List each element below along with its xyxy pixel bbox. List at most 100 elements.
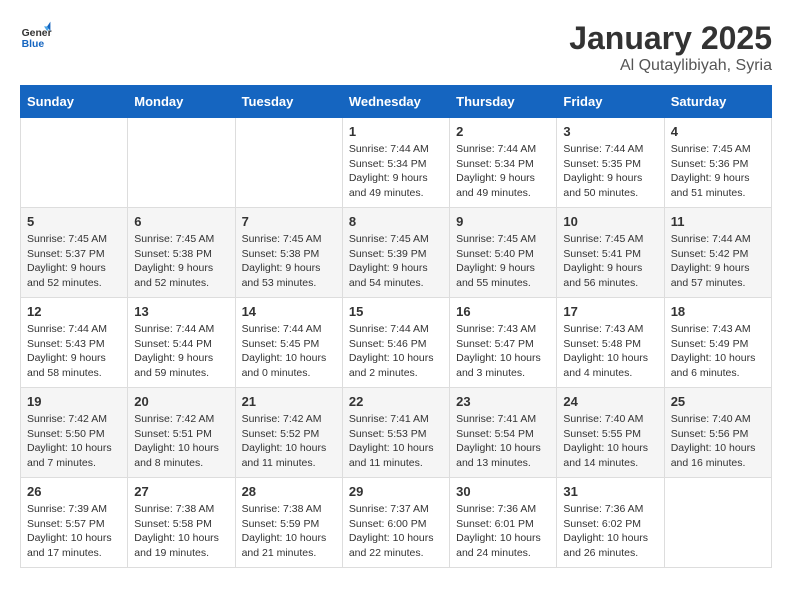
day-number: 11 [671, 214, 765, 229]
calendar-cell: 24 Sunrise: 7:40 AM Sunset: 5:55 PM Dayli… [557, 388, 664, 478]
calendar-cell: 1 Sunrise: 7:44 AM Sunset: 5:34 PM Daylig… [342, 118, 449, 208]
calendar-week-row: 12 Sunrise: 7:44 AM Sunset: 5:43 PM Dayli… [21, 298, 772, 388]
calendar-cell: 3 Sunrise: 7:44 AM Sunset: 5:35 PM Daylig… [557, 118, 664, 208]
day-info: Sunrise: 7:41 AM Sunset: 5:54 PM Dayligh… [456, 412, 550, 471]
calendar-cell: 2Sunrise: 7:44 AM Sunset: 5:34 PM Daylig… [450, 118, 557, 208]
day-info: Sunrise: 7:45 AM Sunset: 5:41 PM Dayligh… [563, 232, 657, 291]
day-info: Sunrise: 7:38 AM Sunset: 5:58 PM Dayligh… [134, 502, 228, 561]
day-info: Sunrise: 7:45 AM Sunset: 5:38 PM Dayligh… [134, 232, 228, 291]
day-number: 10 [563, 214, 657, 229]
calendar-cell: 12 Sunrise: 7:44 AM Sunset: 5:43 PM Dayli… [21, 298, 128, 388]
calendar-week-row: 1 Sunrise: 7:44 AM Sunset: 5:34 PM Daylig… [21, 118, 772, 208]
day-number: 28 [242, 484, 336, 499]
calendar-cell: 14 Sunrise: 7:44 AM Sunset: 5:45 PM Dayli… [235, 298, 342, 388]
day-number: 24 [563, 394, 657, 409]
header-tuesday: Tuesday [235, 86, 342, 118]
header-friday: Friday [557, 86, 664, 118]
day-info: Sunrise: 7:40 AM Sunset: 5:56 PM Dayligh… [671, 412, 765, 471]
day-info: Sunrise: 7:37 AM Sunset: 6:00 PM Dayligh… [349, 502, 443, 561]
title-block: January 2025 Al Qutaylibiyah, Syria [569, 20, 772, 75]
day-number: 27 [134, 484, 228, 499]
day-number: 14 [242, 304, 336, 319]
calendar-cell: 17Sunrise: 7:43 AM Sunset: 5:48 PM Dayli… [557, 298, 664, 388]
calendar-cell: 26 Sunrise: 7:39 AM Sunset: 5:57 PM Dayli… [21, 478, 128, 568]
calendar-header-row: SundayMondayTuesdayWednesdayThursdayFrid… [21, 86, 772, 118]
day-info: Sunrise: 7:43 AM Sunset: 5:49 PM Dayligh… [671, 322, 765, 381]
calendar-cell: 8 Sunrise: 7:45 AM Sunset: 5:39 PM Daylig… [342, 208, 449, 298]
day-info: Sunrise: 7:43 AM Sunset: 5:47 PM Dayligh… [456, 322, 550, 381]
day-number: 12 [27, 304, 121, 319]
day-info: Sunrise: 7:41 AM Sunset: 5:53 PM Dayligh… [349, 412, 443, 471]
day-number: 22 [349, 394, 443, 409]
calendar-cell: 29 Sunrise: 7:37 AM Sunset: 6:00 PM Dayli… [342, 478, 449, 568]
day-info: Sunrise: 7:44 AM Sunset: 5:42 PM Dayligh… [671, 232, 765, 291]
calendar-cell [21, 118, 128, 208]
calendar-cell: 13Sunrise: 7:44 AM Sunset: 5:44 PM Dayli… [128, 298, 235, 388]
day-number: 21 [242, 394, 336, 409]
calendar-cell: 28Sunrise: 7:38 AM Sunset: 5:59 PM Dayli… [235, 478, 342, 568]
logo: General Blue [20, 20, 52, 52]
calendar-cell: 22 Sunrise: 7:41 AM Sunset: 5:53 PM Dayli… [342, 388, 449, 478]
day-number: 4 [671, 124, 765, 139]
header-saturday: Saturday [664, 86, 771, 118]
day-info: Sunrise: 7:44 AM Sunset: 5:45 PM Dayligh… [242, 322, 336, 381]
day-number: 1 [349, 124, 443, 139]
calendar-cell: 11 Sunrise: 7:44 AM Sunset: 5:42 PM Dayli… [664, 208, 771, 298]
day-info: Sunrise: 7:45 AM Sunset: 5:39 PM Dayligh… [349, 232, 443, 291]
day-info: Sunrise: 7:40 AM Sunset: 5:55 PM Dayligh… [563, 412, 657, 471]
calendar-cell: 16 Sunrise: 7:43 AM Sunset: 5:47 PM Dayli… [450, 298, 557, 388]
logo-icon: General Blue [20, 20, 52, 52]
day-number: 25 [671, 394, 765, 409]
calendar-cell: 7Sunrise: 7:45 AM Sunset: 5:38 PM Daylig… [235, 208, 342, 298]
svg-text:Blue: Blue [22, 39, 45, 50]
calendar-table: SundayMondayTuesdayWednesdayThursdayFrid… [20, 85, 772, 568]
calendar-cell: 31 Sunrise: 7:36 AM Sunset: 6:02 PM Dayli… [557, 478, 664, 568]
day-info: Sunrise: 7:44 AM Sunset: 5:43 PM Dayligh… [27, 322, 121, 381]
day-info: Sunrise: 7:44 AM Sunset: 5:34 PM Dayligh… [349, 142, 443, 201]
calendar-cell: 30 Sunrise: 7:36 AM Sunset: 6:01 PM Dayli… [450, 478, 557, 568]
day-number: 29 [349, 484, 443, 499]
day-number: 6 [134, 214, 228, 229]
calendar-cell: 21 Sunrise: 7:42 AM Sunset: 5:52 PM Dayli… [235, 388, 342, 478]
header-sunday: Sunday [21, 86, 128, 118]
calendar-cell: 23 Sunrise: 7:41 AM Sunset: 5:54 PM Dayli… [450, 388, 557, 478]
header-monday: Monday [128, 86, 235, 118]
calendar-week-row: 19 Sunrise: 7:42 AM Sunset: 5:50 PM Dayli… [21, 388, 772, 478]
calendar-cell [128, 118, 235, 208]
calendar-cell [235, 118, 342, 208]
day-info: Sunrise: 7:36 AM Sunset: 6:01 PM Dayligh… [456, 502, 550, 561]
day-number: 18 [671, 304, 765, 319]
header-wednesday: Wednesday [342, 86, 449, 118]
day-info: Sunrise: 7:42 AM Sunset: 5:52 PM Dayligh… [242, 412, 336, 471]
calendar-week-row: 26 Sunrise: 7:39 AM Sunset: 5:57 PM Dayli… [21, 478, 772, 568]
calendar-cell: 25 Sunrise: 7:40 AM Sunset: 5:56 PM Dayli… [664, 388, 771, 478]
day-number: 15 [349, 304, 443, 319]
calendar-week-row: 5Sunrise: 7:45 AM Sunset: 5:37 PM Daylig… [21, 208, 772, 298]
calendar-cell: 6 Sunrise: 7:45 AM Sunset: 5:38 PM Daylig… [128, 208, 235, 298]
day-info: Sunrise: 7:42 AM Sunset: 5:51 PM Dayligh… [134, 412, 228, 471]
day-info: Sunrise: 7:36 AM Sunset: 6:02 PM Dayligh… [563, 502, 657, 561]
calendar-cell: 18 Sunrise: 7:43 AM Sunset: 5:49 PM Dayli… [664, 298, 771, 388]
calendar-cell: 19 Sunrise: 7:42 AM Sunset: 5:50 PM Dayli… [21, 388, 128, 478]
month-title: January 2025 [569, 20, 772, 57]
calendar-cell: 15Sunrise: 7:44 AM Sunset: 5:46 PM Dayli… [342, 298, 449, 388]
calendar-cell: 10 Sunrise: 7:45 AM Sunset: 5:41 PM Dayli… [557, 208, 664, 298]
calendar-cell: 4 Sunrise: 7:45 AM Sunset: 5:36 PM Daylig… [664, 118, 771, 208]
day-info: Sunrise: 7:39 AM Sunset: 5:57 PM Dayligh… [27, 502, 121, 561]
calendar-cell: 5Sunrise: 7:45 AM Sunset: 5:37 PM Daylig… [21, 208, 128, 298]
day-info: Sunrise: 7:42 AM Sunset: 5:50 PM Dayligh… [27, 412, 121, 471]
day-number: 23 [456, 394, 550, 409]
day-number: 19 [27, 394, 121, 409]
day-number: 17 [563, 304, 657, 319]
day-number: 16 [456, 304, 550, 319]
day-info: Sunrise: 7:44 AM Sunset: 5:35 PM Dayligh… [563, 142, 657, 201]
day-info: Sunrise: 7:45 AM Sunset: 5:37 PM Dayligh… [27, 232, 121, 291]
day-number: 7 [242, 214, 336, 229]
day-info: Sunrise: 7:45 AM Sunset: 5:36 PM Dayligh… [671, 142, 765, 201]
day-number: 30 [456, 484, 550, 499]
day-number: 26 [27, 484, 121, 499]
header-thursday: Thursday [450, 86, 557, 118]
day-number: 31 [563, 484, 657, 499]
day-number: 8 [349, 214, 443, 229]
day-number: 3 [563, 124, 657, 139]
